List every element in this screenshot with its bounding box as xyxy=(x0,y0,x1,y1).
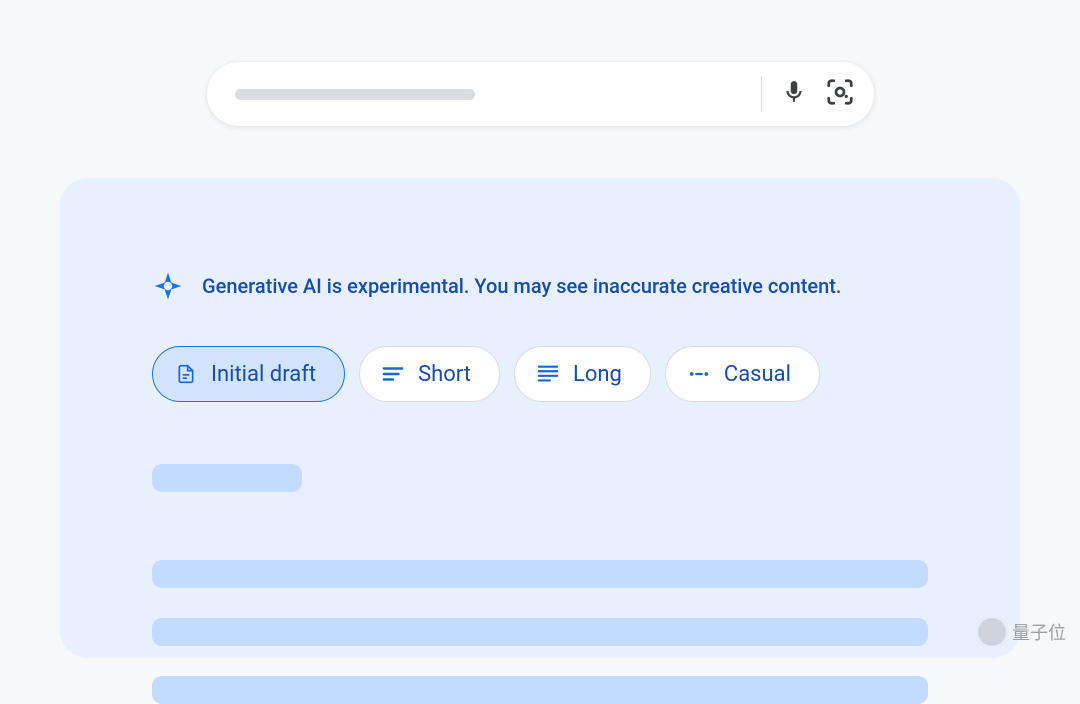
divider xyxy=(761,76,762,112)
chip-label: Casual xyxy=(724,362,791,387)
chip-long[interactable]: Long xyxy=(514,346,651,402)
sparkle-icon xyxy=(152,270,184,302)
watermark-logo-icon xyxy=(978,618,1006,646)
skeleton-line xyxy=(152,560,928,588)
document-icon xyxy=(175,363,197,385)
search-bar[interactable] xyxy=(207,62,874,126)
chip-short[interactable]: Short xyxy=(359,346,500,402)
skeleton-title xyxy=(152,464,302,492)
lens-search-button[interactable] xyxy=(826,80,854,108)
chip-initial-draft[interactable]: Initial draft xyxy=(152,346,345,402)
draft-options-row: Initial draft Short Long xyxy=(152,346,928,402)
skeleton-line xyxy=(152,676,928,704)
skeleton-line xyxy=(152,618,928,646)
disclaimer-row: Generative AI is experimental. You may s… xyxy=(152,270,928,302)
camera-lens-icon xyxy=(825,77,855,111)
search-container xyxy=(0,0,1080,126)
chip-label: Short xyxy=(418,362,471,387)
watermark-text: 量子位 xyxy=(1012,619,1066,645)
chip-casual[interactable]: Casual xyxy=(665,346,820,402)
chip-label: Initial draft xyxy=(211,362,316,387)
short-text-icon xyxy=(382,363,404,385)
microphone-icon xyxy=(781,79,807,109)
disclaimer-text: Generative AI is experimental. You may s… xyxy=(202,274,842,298)
voice-search-button[interactable] xyxy=(780,80,808,108)
content-skeleton xyxy=(152,464,928,704)
casual-icon xyxy=(688,363,710,385)
watermark: 量子位 xyxy=(978,618,1066,646)
search-icons-group xyxy=(761,76,854,112)
generative-ai-card: Generative AI is experimental. You may s… xyxy=(60,178,1020,658)
chip-label: Long xyxy=(573,362,622,387)
search-placeholder-skeleton xyxy=(235,89,475,100)
long-text-icon xyxy=(537,363,559,385)
